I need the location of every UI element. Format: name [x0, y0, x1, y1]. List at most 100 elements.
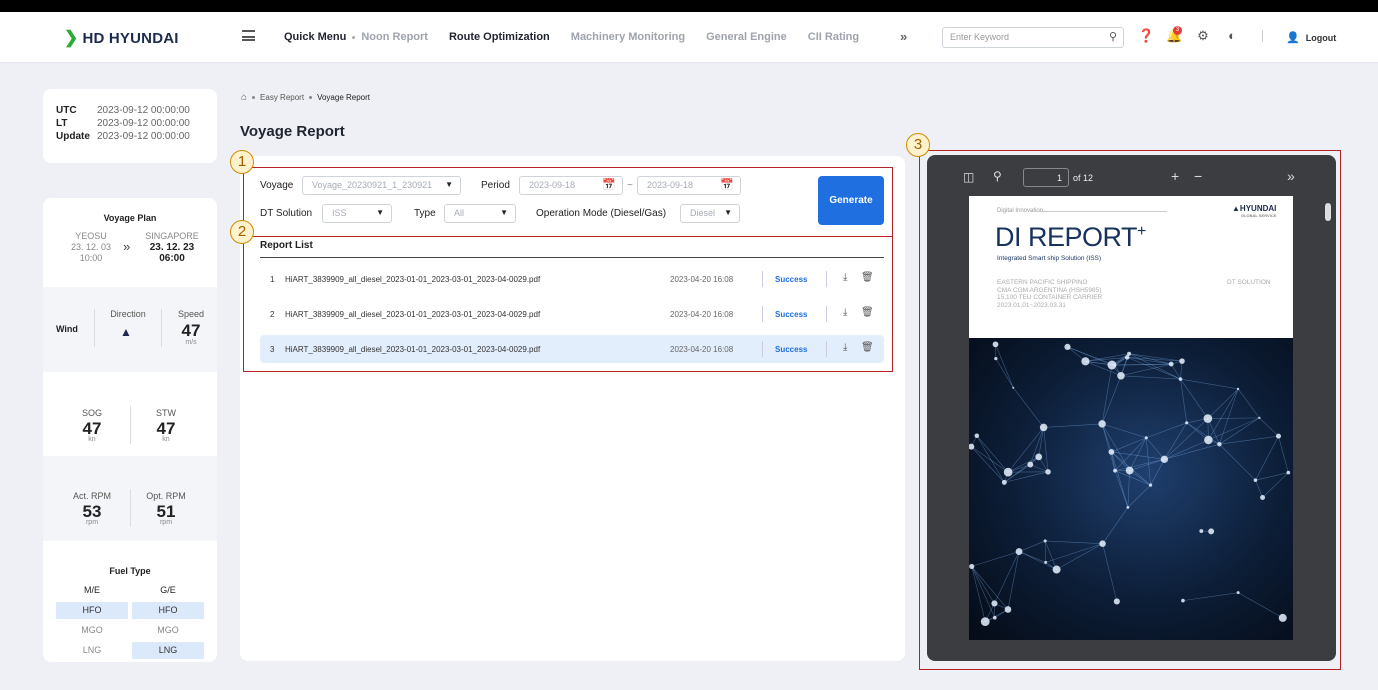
sidebar-toggle-icon[interactable]: ◫ — [963, 170, 974, 184]
opt-rpm-label: Opt. RPM — [146, 491, 186, 501]
vessel-status-panel: Voyage Plan YEOSU 23. 12. 03 10:00 » SIN… — [43, 198, 217, 662]
ge-fuel-mgo: MGO — [157, 625, 179, 635]
network-link — [1120, 363, 1172, 377]
network-link — [1007, 551, 1020, 610]
calendar-icon[interactable]: 📅 — [602, 178, 616, 191]
network-link — [1207, 417, 1260, 419]
network-link — [1043, 423, 1103, 428]
status-badge: Success — [775, 345, 808, 354]
brand-name: HD HYUNDAI — [82, 29, 179, 47]
opt-rpm-unit: rpm — [159, 519, 173, 526]
fuel-type-title: Fuel Type — [109, 566, 151, 576]
network-link — [1013, 387, 1044, 428]
breadcrumb-easy-report[interactable]: Easy Report — [260, 93, 304, 102]
network-link — [1067, 346, 1113, 366]
type-select[interactable]: All ▼ — [444, 204, 516, 223]
from-time: 10:00 — [79, 253, 103, 263]
dt-solution-select[interactable]: ISS ▼ — [322, 204, 392, 223]
network-link — [1018, 540, 1046, 552]
page-number-input[interactable]: 1 — [1023, 168, 1069, 187]
notification-bell-icon[interactable]: 🔔 3 — [1166, 26, 1182, 44]
nav-noon-report[interactable]: Noon Report — [361, 31, 428, 43]
ge-fuel-hfo: HFO — [132, 602, 204, 619]
nav-route-optimization[interactable]: Route Optimization — [449, 31, 550, 43]
network-link — [995, 344, 1014, 388]
nav-more-icon[interactable]: » — [900, 29, 907, 44]
network-link — [1007, 427, 1044, 473]
zoom-out-icon[interactable]: − — [1194, 168, 1202, 184]
network-link — [1102, 543, 1118, 602]
network-node — [974, 433, 980, 438]
search-input[interactable]: Enter Keyword ⚲ — [942, 27, 1124, 48]
network-link — [1111, 451, 1165, 460]
network-node — [1275, 433, 1282, 439]
report-row[interactable]: 3 HiART_3839909_all_diesel_2023-01-01_202… — [260, 335, 884, 363]
nav-quick-menu[interactable]: Quick Menu — [284, 31, 346, 43]
trash-icon[interactable]: 🗑 — [861, 272, 874, 283]
network-link — [1180, 379, 1187, 423]
search-placeholder: Enter Keyword — [950, 32, 1010, 42]
operation-mode-select[interactable]: Diesel ▼ — [680, 204, 740, 223]
doc-meta: EASTERN PACIFIC SHIPPING CMA CGM ARGENTI… — [997, 279, 1103, 309]
update-value: 2023-09-12 00:00:00 — [97, 131, 190, 142]
wind-speed-unit: m/s — [185, 339, 197, 346]
download-icon[interactable]: ⤓ — [843, 342, 847, 353]
logout-label: Logout — [1305, 32, 1337, 43]
report-row[interactable]: 2 HiART_3839909_all_diesel_2023-01-01_202… — [260, 300, 884, 328]
network-node — [1127, 351, 1132, 356]
nav-machinery-monitoring[interactable]: Machinery Monitoring — [571, 31, 685, 43]
theme-toggle-icon[interactable]: ◐ — [1224, 28, 1240, 44]
nav-cii-rating[interactable]: CII Rating — [808, 31, 859, 43]
file-name-link[interactable]: HiART_3839909_all_diesel_2023-01-01_2023… — [285, 275, 540, 284]
help-icon[interactable]: ❓ — [1138, 28, 1154, 44]
voyage-select-value: Voyage_20230921_1_230921 — [312, 180, 433, 190]
wind-direction-arrow-icon: ▲ — [120, 325, 132, 339]
period-end-value: 2023-09-18 — [647, 180, 694, 190]
zoom-in-icon[interactable]: + — [1171, 168, 1179, 184]
more-tools-icon[interactable]: » — [1287, 168, 1295, 184]
network-link — [1044, 540, 1046, 563]
trash-icon[interactable]: 🗑 — [861, 307, 874, 318]
act-rpm-label: Act. RPM — [72, 491, 111, 501]
network-node — [1278, 613, 1287, 622]
triangle-icon: ▲ — [1232, 204, 1240, 213]
hamburger-menu-icon[interactable] — [242, 30, 255, 41]
download-icon[interactable]: ⤓ — [843, 272, 847, 283]
pdf-viewer: ◫ ⚲ 1 of 12 + − » Digital Innovation ▲HY… — [927, 155, 1336, 661]
ge-label: G/E — [160, 585, 176, 595]
wind-section: Wind Direction ▲ Speed 47 m/s — [43, 287, 217, 372]
network-link — [1101, 375, 1122, 425]
report-row[interactable]: 1 HiART_3839909_all_diesel_2023-01-01_202… — [260, 265, 884, 293]
network-link — [1044, 540, 1057, 570]
network-node — [969, 563, 975, 569]
generate-button[interactable]: Generate — [818, 176, 884, 225]
search-icon[interactable]: ⚲ — [993, 169, 1002, 183]
network-node — [992, 341, 999, 348]
settings-gear-icon[interactable]: ⚙ — [1195, 28, 1211, 44]
nav-general-engine[interactable]: General Engine — [706, 31, 787, 43]
doc-solution: DT SOLUTION — [1227, 279, 1271, 286]
network-link — [971, 566, 995, 604]
period-start-input[interactable]: 2023-09-18 📅 — [519, 176, 623, 195]
download-icon[interactable]: ⤓ — [843, 307, 847, 318]
file-name-link[interactable]: HiART_3839909_all_diesel_2023-01-01_2023… — [285, 345, 540, 354]
search-icon[interactable]: ⚲ — [1109, 30, 1117, 43]
network-link — [1255, 435, 1279, 481]
network-link — [1164, 439, 1209, 460]
network-node — [1039, 423, 1048, 432]
main-nav: Quick Menu Noon Report Route Optimizatio… — [284, 31, 859, 43]
voyage-select[interactable]: Voyage_20230921_1_230921 ▼ — [302, 176, 461, 195]
logout-button[interactable]: 👤 Logout — [1286, 31, 1336, 44]
network-node — [1003, 467, 1013, 477]
brand-logo[interactable]: ❯ HD HYUNDAI — [64, 28, 179, 48]
trash-icon[interactable]: 🗑 — [861, 342, 874, 353]
calendar-icon[interactable]: 📅 — [720, 178, 734, 191]
network-node — [1098, 420, 1106, 428]
network-node — [1236, 591, 1240, 595]
home-icon[interactable]: ⌂ — [241, 92, 247, 103]
annotation-number-3: 3 — [906, 133, 930, 157]
row-number: 1 — [270, 275, 275, 284]
file-name-link[interactable]: HiART_3839909_all_diesel_2023-01-01_2023… — [285, 310, 540, 319]
viewer-scrollbar[interactable] — [1325, 203, 1331, 221]
period-end-input[interactable]: 2023-09-18 📅 — [637, 176, 741, 195]
